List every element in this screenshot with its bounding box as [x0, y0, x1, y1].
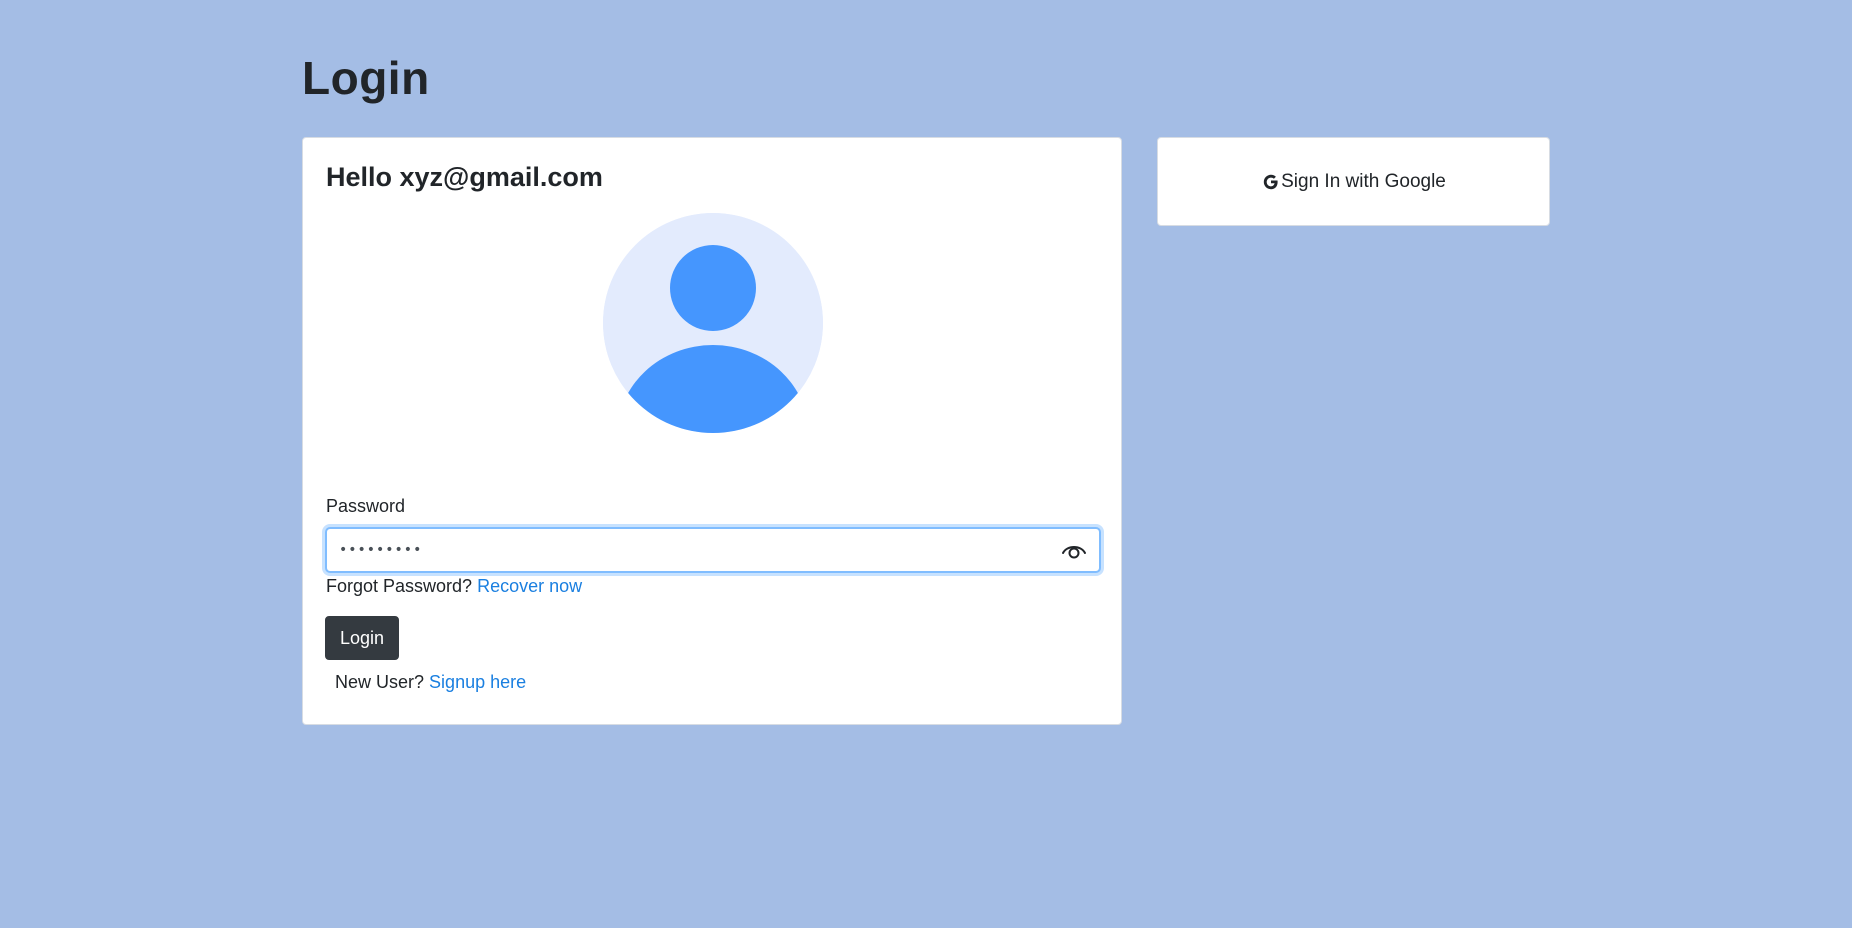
signup-here-link[interactable]: Signup here	[429, 672, 526, 692]
forgot-password-text: Forgot Password?	[326, 576, 473, 596]
google-signin-button[interactable]: Sign In with Google	[1158, 138, 1549, 225]
recover-now-link[interactable]: Recover now	[477, 576, 582, 596]
login-card: Hello xyz@gmail.com Password Forgot Pass…	[302, 137, 1122, 725]
eye-icon[interactable]	[1061, 538, 1087, 562]
forgot-password-line: Forgot Password? Recover now	[326, 574, 582, 598]
new-user-text: New User?	[335, 672, 425, 692]
google-signin-card: Sign In with Google	[1157, 137, 1550, 226]
signup-line: New User? Signup here	[335, 670, 526, 694]
password-field-group	[325, 527, 1101, 573]
login-button[interactable]: Login	[325, 616, 399, 660]
page-title: Login	[302, 52, 430, 104]
password-input[interactable]	[339, 529, 1039, 571]
greeting-heading: Hello xyz@gmail.com	[326, 162, 603, 192]
google-signin-label: Sign In with Google	[1281, 170, 1446, 192]
avatar-graphic	[603, 213, 823, 433]
user-avatar-icon	[603, 213, 823, 433]
google-g-icon	[1261, 171, 1281, 193]
password-label: Password	[326, 496, 406, 516]
